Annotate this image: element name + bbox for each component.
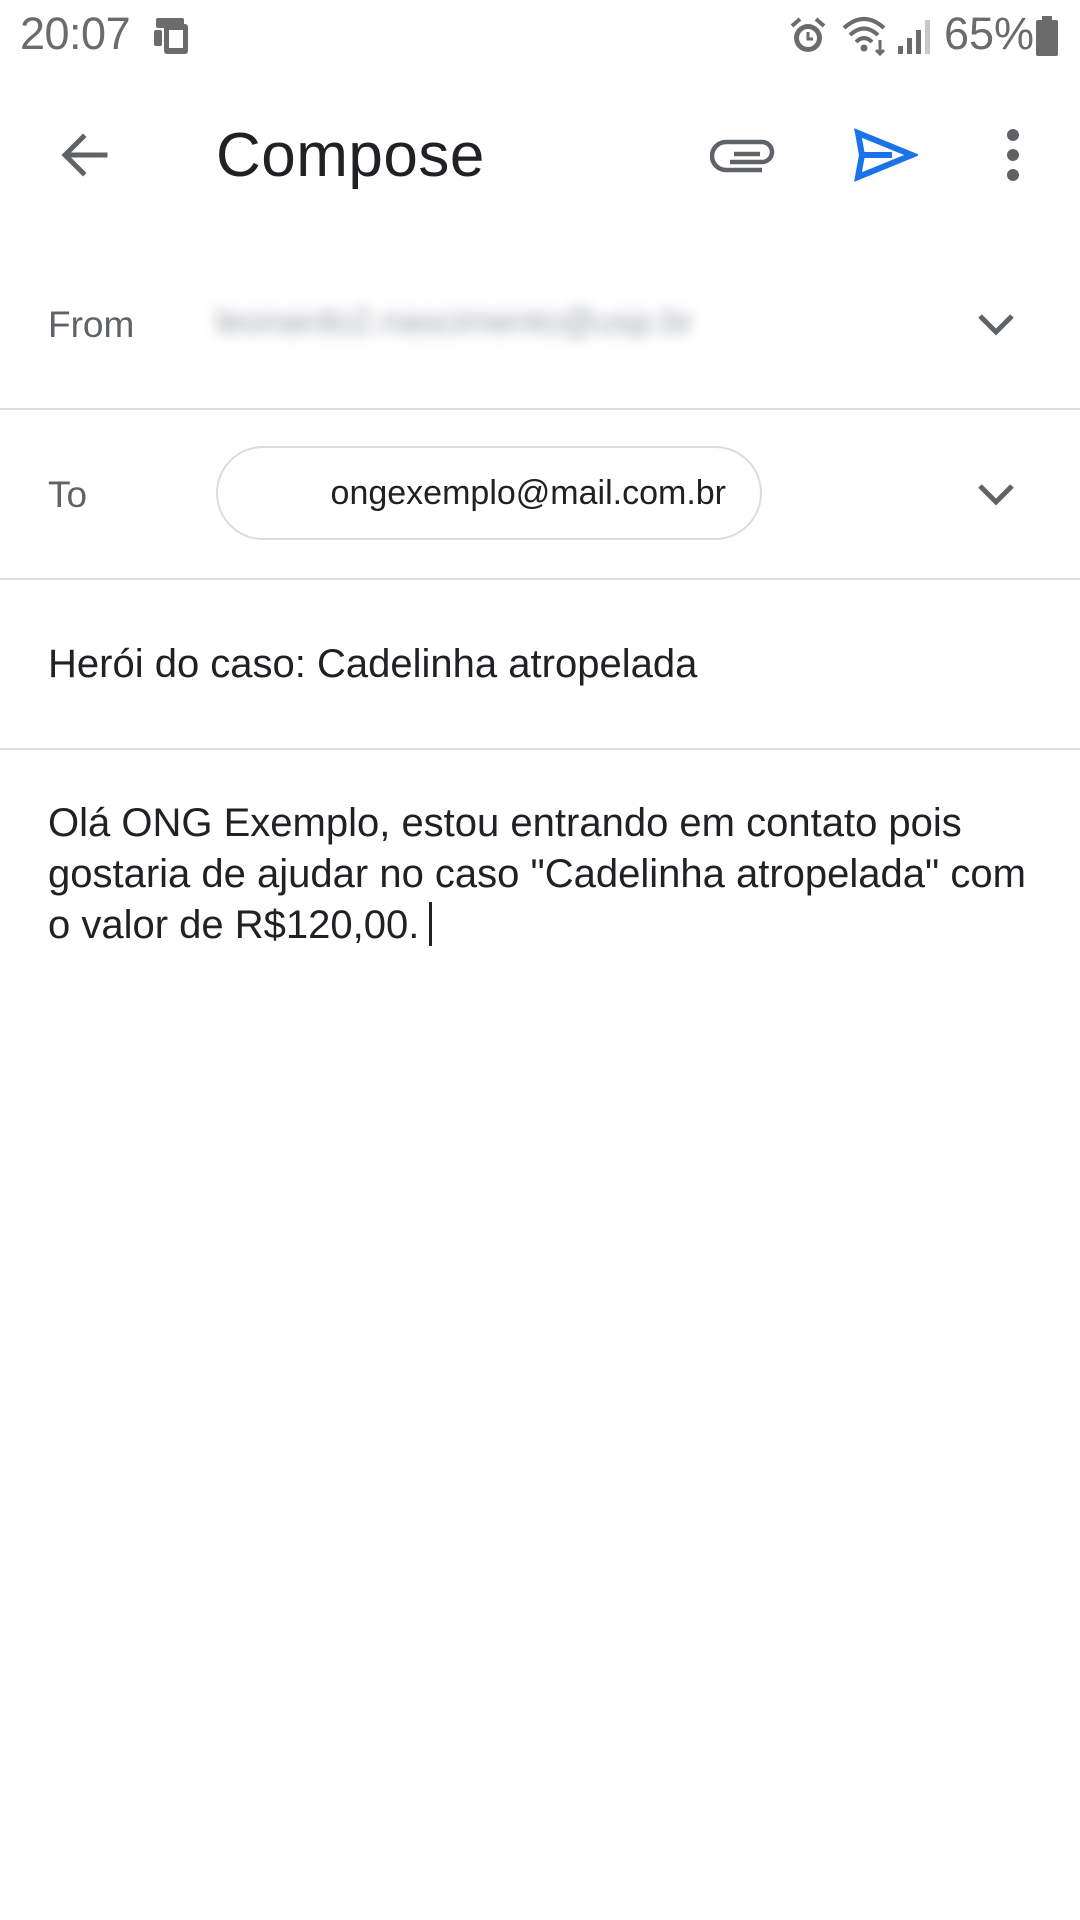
send-button[interactable] bbox=[840, 110, 930, 200]
compose-body-field[interactable]: Olá ONG Exemplo, estou entrando em conta… bbox=[48, 798, 1038, 951]
page-title: Compose bbox=[216, 121, 485, 190]
recipient-chip[interactable]: ongexemplo@mail.com.br bbox=[216, 446, 762, 540]
from-label: From bbox=[48, 304, 135, 345]
wifi-icon bbox=[840, 14, 892, 63]
from-row: From leonardo2.nascimento@usp.br bbox=[0, 240, 1080, 410]
more-vert-icon bbox=[1007, 129, 1019, 181]
top-app-bar: Compose bbox=[0, 90, 1080, 220]
from-address[interactable]: leonardo2.nascimento@usp.br bbox=[216, 302, 693, 342]
device-icon bbox=[150, 14, 194, 63]
text-cursor bbox=[429, 902, 433, 946]
recipient-address: ongexemplo@mail.com.br bbox=[330, 474, 726, 512]
back-arrow-icon bbox=[61, 133, 108, 177]
compose-screen: 20:07 65% Compose From leonardo2.nascime… bbox=[0, 0, 1080, 1920]
alarm-icon bbox=[786, 14, 830, 63]
chevron-down-icon bbox=[978, 484, 1014, 506]
to-row: To ongexemplo@mail.com.br bbox=[0, 410, 1080, 580]
subject-field[interactable]: Herói do caso: Cadelinha atropelada bbox=[48, 642, 697, 687]
more-options-button[interactable] bbox=[968, 110, 1058, 200]
signal-icon bbox=[896, 16, 936, 61]
to-label: To bbox=[48, 474, 88, 515]
paperclip-icon bbox=[710, 139, 775, 173]
to-expand-button[interactable] bbox=[966, 464, 1026, 524]
status-bar: 20:07 65% bbox=[0, 0, 1080, 72]
battery-icon bbox=[1034, 14, 1060, 63]
attach-button[interactable] bbox=[698, 110, 788, 200]
chevron-down-icon bbox=[978, 314, 1014, 336]
body-text: Olá ONG Exemplo, estou entrando em conta… bbox=[48, 801, 1026, 947]
status-time: 20:07 bbox=[20, 8, 131, 59]
from-expand-button[interactable] bbox=[966, 294, 1026, 354]
back-button[interactable] bbox=[40, 110, 130, 200]
battery-percentage: 65% bbox=[944, 8, 1035, 59]
send-icon bbox=[854, 128, 918, 182]
subject-row[interactable]: Herói do caso: Cadelinha atropelada bbox=[0, 580, 1080, 750]
